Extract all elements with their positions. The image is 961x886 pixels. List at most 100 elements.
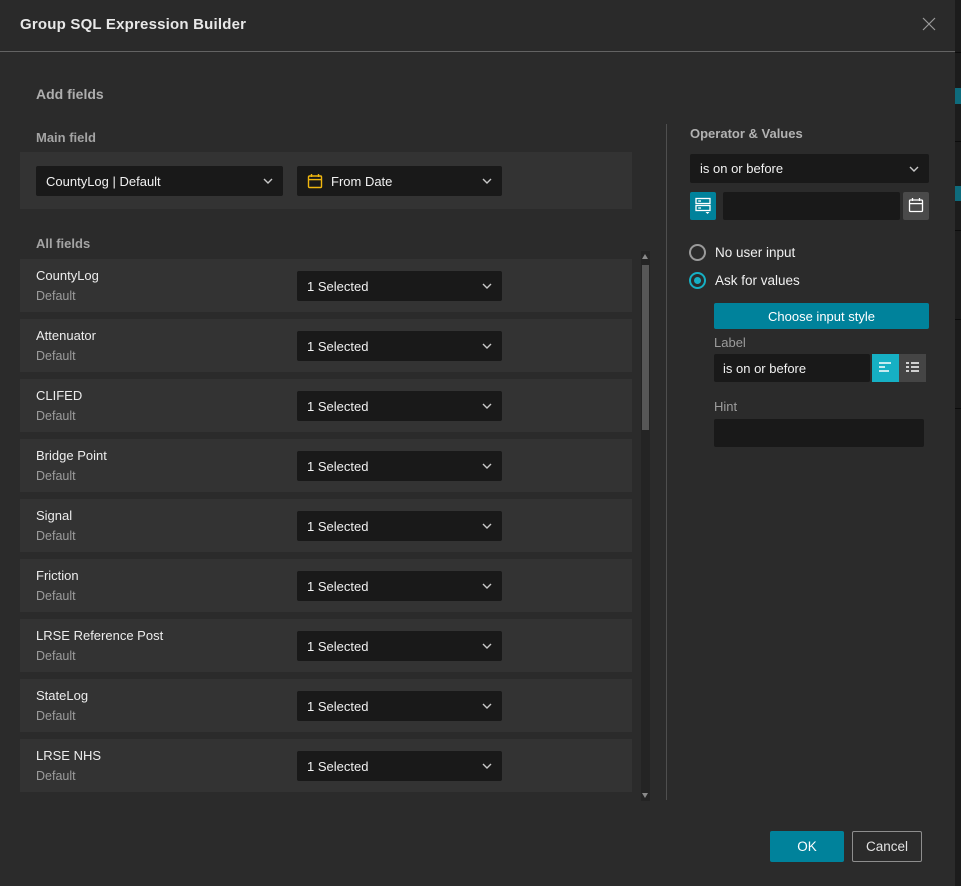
chevron-down-icon xyxy=(482,283,492,289)
close-icon xyxy=(920,15,938,38)
field-selection-select[interactable]: 1 Selected xyxy=(297,691,502,721)
choose-input-style-button[interactable]: Choose input style xyxy=(714,303,929,329)
radio-icon xyxy=(689,244,706,261)
background-edge-strip xyxy=(955,0,961,886)
field-name: LRSE Reference Post xyxy=(36,628,163,643)
chevron-down-icon xyxy=(482,523,492,529)
chevron-down-icon xyxy=(482,343,492,349)
field-selection-select[interactable]: 1 Selected xyxy=(297,391,502,421)
edge-highlight xyxy=(955,88,961,104)
hint-input[interactable] xyxy=(714,419,924,447)
field-selection-select[interactable]: 1 Selected xyxy=(297,631,502,661)
chevron-down-icon xyxy=(482,703,492,709)
field-name: StateLog xyxy=(36,688,88,703)
field-row: Friction Default 1 Selected xyxy=(20,559,632,612)
calendar-icon xyxy=(307,173,323,189)
field-row: CountyLog Default 1 Selected xyxy=(20,259,632,312)
chevron-down-icon xyxy=(482,583,492,589)
title-bar: Group SQL Expression Builder xyxy=(0,0,955,52)
field-row: CLIFED Default 1 Selected xyxy=(20,379,632,432)
field-row: Bridge Point Default 1 Selected xyxy=(20,439,632,492)
operator-select[interactable]: is on or before xyxy=(690,154,929,183)
field-type: Default xyxy=(36,409,76,423)
scroll-down-icon[interactable] xyxy=(642,793,648,798)
stacked-rows-icon xyxy=(695,196,711,217)
field-name: CLIFED xyxy=(36,388,82,403)
list-icon xyxy=(905,360,920,377)
add-fields-heading: Add fields xyxy=(36,86,104,102)
chevron-down-icon xyxy=(482,463,492,469)
field-selection-value: 1 Selected xyxy=(307,279,476,294)
list-scrollbar[interactable] xyxy=(641,251,650,801)
field-selection-select[interactable]: 1 Selected xyxy=(297,751,502,781)
dialog-title: Group SQL Expression Builder xyxy=(20,16,246,33)
field-selection-select[interactable]: 1 Selected xyxy=(297,331,502,361)
field-selection-value: 1 Selected xyxy=(307,519,476,534)
main-field-select-value: From Date xyxy=(331,174,476,189)
field-selection-select[interactable]: 1 Selected xyxy=(297,571,502,601)
ok-button[interactable]: OK xyxy=(770,831,844,862)
field-name: Bridge Point xyxy=(36,448,107,463)
radio-ask-for-values[interactable]: Ask for values xyxy=(689,272,800,289)
field-selection-value: 1 Selected xyxy=(307,699,476,714)
radio-no-user-input[interactable]: No user input xyxy=(689,244,795,261)
scrollbar-thumb[interactable] xyxy=(642,265,649,430)
field-type: Default xyxy=(36,349,76,363)
main-field-select[interactable]: From Date xyxy=(297,166,502,196)
field-selection-value: 1 Selected xyxy=(307,579,476,594)
operator-select-value: is on or before xyxy=(700,161,903,176)
field-type: Default xyxy=(36,709,76,723)
date-picker-button[interactable] xyxy=(903,192,929,220)
field-selection-value: 1 Selected xyxy=(307,759,476,774)
field-row: LRSE Reference Post Default 1 Selected xyxy=(20,619,632,672)
main-field-heading: Main field xyxy=(36,130,96,145)
radio-ask-for-values-label: Ask for values xyxy=(715,273,800,288)
chevron-down-icon xyxy=(263,178,273,184)
field-selection-value: 1 Selected xyxy=(307,399,476,414)
field-name: CountyLog xyxy=(36,268,99,283)
main-layer-select-value: CountyLog | Default xyxy=(46,174,257,189)
list-style-button[interactable] xyxy=(899,354,926,382)
field-selection-value: 1 Selected xyxy=(307,639,476,654)
label-caption: Label xyxy=(714,335,746,350)
scroll-up-icon[interactable] xyxy=(642,254,648,259)
field-selection-value: 1 Selected xyxy=(307,339,476,354)
field-type: Default xyxy=(36,289,76,303)
field-selection-select[interactable]: 1 Selected xyxy=(297,511,502,541)
field-type: Default xyxy=(36,529,76,543)
field-name: Attenuator xyxy=(36,328,96,343)
field-name: Friction xyxy=(36,568,79,583)
group-sql-expression-builder-dialog: Group SQL Expression Builder Add fields … xyxy=(0,0,961,886)
field-name: Signal xyxy=(36,508,72,523)
field-selection-select[interactable]: 1 Selected xyxy=(297,271,502,301)
field-type: Default xyxy=(36,589,76,603)
radio-no-user-input-label: No user input xyxy=(715,245,795,260)
chevron-down-icon xyxy=(482,643,492,649)
field-type: Default xyxy=(36,769,76,783)
field-row: LRSE NHS Default 1 Selected xyxy=(20,739,632,792)
operator-values-heading: Operator & Values xyxy=(690,126,803,141)
input-type-toggle-button[interactable] xyxy=(690,192,716,220)
field-row: StateLog Default 1 Selected xyxy=(20,679,632,732)
all-fields-heading: All fields xyxy=(36,236,90,251)
chevron-down-icon xyxy=(482,403,492,409)
all-fields-list: CountyLog Default 1 Selected Attenuator … xyxy=(20,259,632,799)
radio-icon xyxy=(689,272,706,289)
main-layer-select[interactable]: CountyLog | Default xyxy=(36,166,283,196)
chevron-down-icon xyxy=(482,178,492,184)
label-input[interactable] xyxy=(714,354,870,382)
single-line-style-button[interactable] xyxy=(872,354,899,382)
field-selection-select[interactable]: 1 Selected xyxy=(297,451,502,481)
field-type: Default xyxy=(36,469,76,483)
align-left-icon xyxy=(878,360,893,377)
calendar-icon xyxy=(908,197,924,216)
cancel-button[interactable]: Cancel xyxy=(852,831,922,862)
field-row: Attenuator Default 1 Selected xyxy=(20,319,632,372)
field-selection-value: 1 Selected xyxy=(307,459,476,474)
chevron-down-icon xyxy=(909,166,919,172)
value-input[interactable] xyxy=(723,192,900,220)
field-row: Signal Default 1 Selected xyxy=(20,499,632,552)
field-type: Default xyxy=(36,649,76,663)
vertical-divider xyxy=(666,124,667,800)
close-button[interactable] xyxy=(917,14,941,38)
